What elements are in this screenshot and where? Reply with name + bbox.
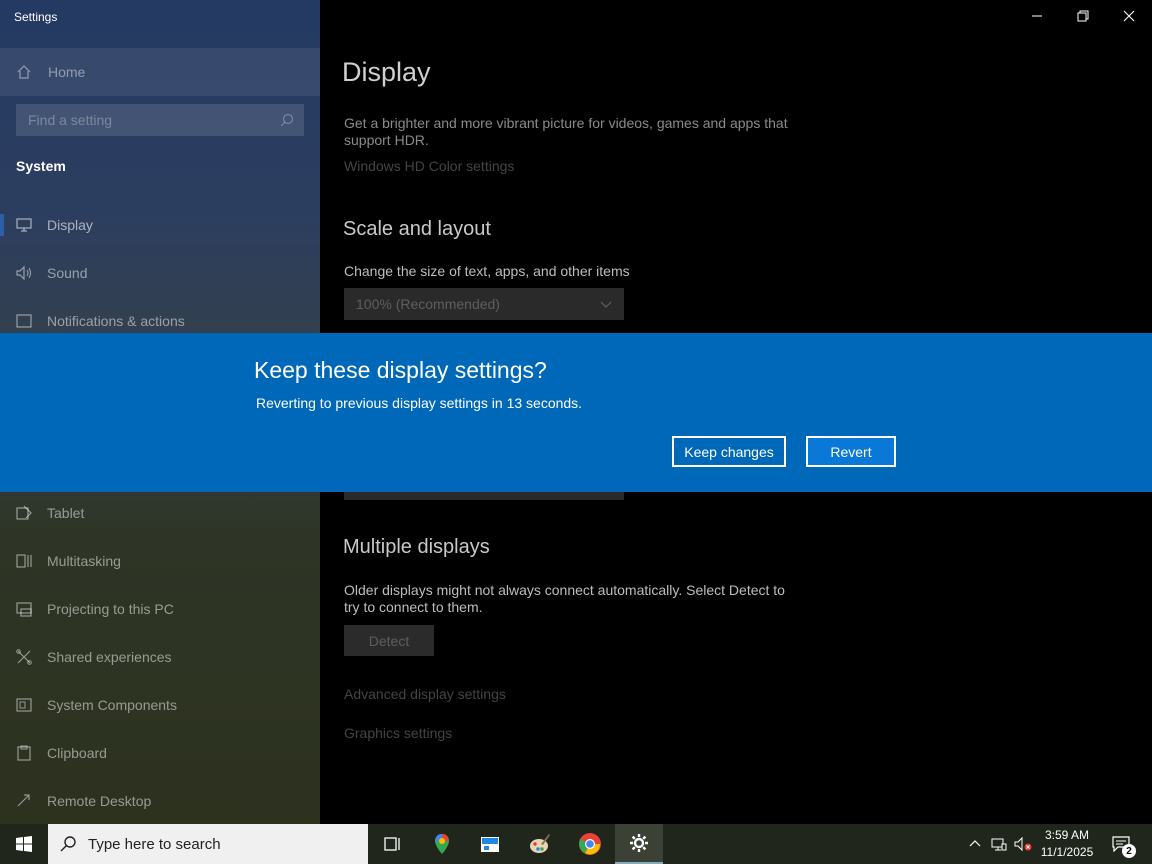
sidebar-item-display[interactable]: Display [0,201,320,249]
projector-icon [16,602,32,617]
taskbar-clock[interactable]: 3:59 AM 11/1/2025 [1032,827,1102,861]
revert-button[interactable]: Revert [806,436,896,467]
screen: Home Find a setting System Display Sound… [0,0,1152,864]
sidebar-item-label: Sound [47,265,88,281]
sidebar-item-label: Multitasking [47,553,121,569]
sidebar-home[interactable]: Home [0,48,320,96]
hd-color-settings-link[interactable]: Windows HD Color settings [344,158,514,174]
sidebar-item-label: Tablet [47,505,85,521]
sidebar-item-label: Display [47,217,93,233]
scale-layout-heading: Scale and layout [343,218,491,240]
page-title: Display [342,57,431,87]
minimize-icon [1032,15,1042,17]
notification-icon [16,314,32,328]
maps-icon [435,834,449,854]
keep-settings-banner: Keep these display settings? Reverting t… [0,333,1152,492]
taskbar-app-chrome[interactable] [566,824,614,864]
sidebar-item-label: Projecting to this PC [47,601,174,617]
sidebar-item-tablet[interactable]: Tablet [0,489,320,537]
restore-button[interactable] [1060,0,1106,32]
advanced-display-settings-link[interactable]: Advanced display settings [344,686,506,702]
scale-dropdown-value: 100% (Recommended) [356,296,500,312]
scale-label: Change the size of text, apps, and other… [344,263,630,279]
file-manager-icon [481,837,499,852]
sidebar-item-label: Remote Desktop [47,793,152,809]
network-tray-button[interactable] [988,824,1010,864]
banner-title: Keep these display settings? [254,357,547,383]
graphics-settings-link[interactable]: Graphics settings [344,725,452,741]
taskbar: Type here to search 3:59 AM 11/1/2025 2 [0,824,1152,864]
remote-desktop-icon [17,794,30,807]
multiple-displays-heading: Multiple displays [343,536,490,558]
minimize-button[interactable] [1014,0,1060,32]
title-bar: Settings [0,0,1152,34]
taskbar-app-settings[interactable] [615,824,663,864]
sidebar-item-label: Shared experiences [47,649,172,665]
banner-countdown: Reverting to previous display settings i… [256,395,583,411]
notification-count-badge: 2 [1122,844,1136,858]
keep-changes-button[interactable]: Keep changes [672,436,786,467]
show-hidden-icons-button[interactable] [964,824,986,864]
sidebar-section-title: System [16,158,66,174]
taskbar-search-box[interactable]: Type here to search [48,824,368,864]
tablet-icon [16,505,32,520]
clock-time: 3:59 AM [1044,828,1090,842]
speaker-icon [16,265,32,281]
task-view-icon [384,837,400,851]
clock-date: 11/1/2025 [1040,845,1094,859]
sidebar-home-label: Home [48,64,86,80]
sidebar-item-projecting[interactable]: Projecting to this PC [0,585,320,633]
detect-button[interactable]: Detect [344,625,434,656]
sidebar-item-label: System Components [47,697,177,713]
components-icon [16,698,32,712]
sidebar-item-remote-desktop[interactable]: Remote Desktop [0,777,320,825]
taskbar-app-file-manager[interactable] [466,824,514,864]
sidebar-item-clipboard[interactable]: Clipboard [0,729,320,777]
chrome-icon [579,833,601,855]
sidebar-item-multitasking[interactable]: Multitasking [0,537,320,585]
taskbar-app-paint[interactable] [516,824,564,864]
windows-logo-icon [16,836,32,852]
chevron-up-icon [969,840,981,847]
chevron-down-icon [600,301,612,308]
shared-icon [16,649,32,665]
window-title: Settings [14,10,58,24]
volume-muted-icon [1014,836,1032,852]
search-icon [280,113,294,127]
settings-icon [630,834,648,852]
restore-icon [1077,10,1089,22]
taskbar-search-placeholder: Type here to search [88,835,221,853]
hdr-description: Get a brighter and more vibrant picture … [344,115,788,148]
settings-search-input[interactable]: Find a setting [16,104,304,136]
sidebar-item-system-components[interactable]: System Components [0,681,320,729]
scale-dropdown[interactable]: 100% (Recommended) [344,288,624,320]
network-icon [991,838,1007,851]
sidebar-item-sound[interactable]: Sound [0,249,320,297]
close-button[interactable] [1106,0,1152,32]
search-icon [60,836,76,852]
start-button[interactable] [0,824,48,864]
home-icon [17,65,31,79]
task-view-button[interactable] [368,824,416,864]
clipboard-icon [17,745,31,761]
paint-icon [530,834,550,853]
volume-tray-button[interactable] [1012,824,1034,864]
taskbar-app-maps[interactable] [418,824,466,864]
settings-search-placeholder: Find a setting [28,112,113,128]
sidebar-item-shared-experiences[interactable]: Shared experiences [0,633,320,681]
close-icon [1123,10,1135,22]
multiple-displays-description: Older displays might not always connect … [344,582,785,615]
sidebar-item-label: Clipboard [47,745,107,761]
monitor-icon [16,218,32,232]
sidebar-item-label: Notifications & actions [47,313,185,329]
multitasking-icon [16,554,32,568]
